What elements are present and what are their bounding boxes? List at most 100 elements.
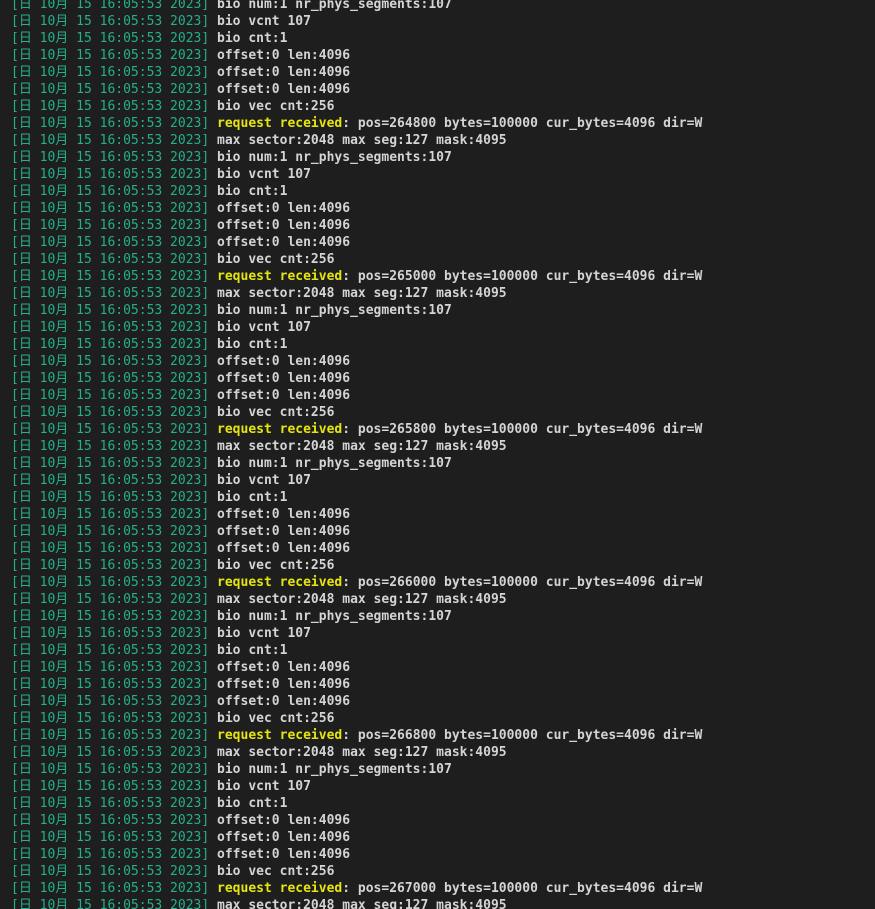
- log-timestamp: [日 10月 15 16:05:53 2023]: [11, 541, 210, 556]
- log-message: offset:0 len:4096: [217, 48, 351, 63]
- log-message: offset:0 len:4096: [217, 201, 351, 216]
- log-message: bio vec cnt:256: [217, 864, 335, 879]
- log-message: bio vcnt 107: [217, 473, 311, 488]
- log-message: bio cnt:1: [217, 184, 288, 199]
- log-timestamp: [日 10月 15 16:05:53 2023]: [11, 235, 210, 250]
- log-timestamp: [日 10月 15 16:05:53 2023]: [11, 388, 210, 403]
- log-line: [日 10月 15 16:05:53 2023] max sector:2048…: [11, 132, 702, 149]
- log-message: offset:0 len:4096: [217, 524, 351, 539]
- log-line: [日 10月 15 16:05:53 2023] bio cnt:1: [11, 642, 702, 659]
- log-message: offset:0 len:4096: [217, 371, 351, 386]
- log-line: [日 10月 15 16:05:53 2023] bio vec cnt:256: [11, 710, 702, 727]
- log-highlight: request received: [217, 575, 343, 590]
- log-message: bio num:1 nr_phys_segments:107: [217, 762, 452, 777]
- log-line: [日 10月 15 16:05:53 2023] offset:0 len:40…: [11, 47, 702, 64]
- terminal-output[interactable]: [日 10月 15 16:05:53 2023] bio num:1 nr_ph…: [0, 0, 875, 909]
- log-timestamp: [日 10月 15 16:05:53 2023]: [11, 490, 210, 505]
- log-line: [日 10月 15 16:05:53 2023] offset:0 len:40…: [11, 659, 702, 676]
- log-line: [日 10月 15 16:05:53 2023] offset:0 len:40…: [11, 829, 702, 846]
- log-highlight: request received: [217, 881, 343, 896]
- log-timestamp: [日 10月 15 16:05:53 2023]: [11, 218, 210, 233]
- log-timestamp: [日 10月 15 16:05:53 2023]: [11, 31, 210, 46]
- log-message: bio num:1 nr_phys_segments:107: [217, 303, 452, 318]
- log-timestamp: [日 10月 15 16:05:53 2023]: [11, 813, 210, 828]
- log-line: [日 10月 15 16:05:53 2023] offset:0 len:40…: [11, 812, 702, 829]
- log-line: [日 10月 15 16:05:53 2023] bio num:1 nr_ph…: [11, 455, 702, 472]
- log-message: bio num:1 nr_phys_segments:107: [217, 150, 452, 165]
- log-timestamp: [日 10月 15 16:05:53 2023]: [11, 626, 210, 641]
- log-message: offset:0 len:4096: [217, 541, 351, 556]
- log-timestamp: [日 10月 15 16:05:53 2023]: [11, 473, 210, 488]
- log-timestamp: [日 10月 15 16:05:53 2023]: [11, 830, 210, 845]
- log-line: [日 10月 15 16:05:53 2023] offset:0 len:40…: [11, 64, 702, 81]
- log-message: bio vcnt 107: [217, 167, 311, 182]
- log-timestamp: [日 10月 15 16:05:53 2023]: [11, 354, 210, 369]
- log-line: [日 10月 15 16:05:53 2023] max sector:2048…: [11, 438, 702, 455]
- log-line: [日 10月 15 16:05:53 2023] bio cnt:1: [11, 183, 702, 200]
- log-line: [日 10月 15 16:05:53 2023] bio num:1 nr_ph…: [11, 302, 702, 319]
- log-line: [日 10月 15 16:05:53 2023] bio num:1 nr_ph…: [11, 608, 702, 625]
- log-timestamp: [日 10月 15 16:05:53 2023]: [11, 847, 210, 862]
- log-timestamp: [日 10月 15 16:05:53 2023]: [11, 99, 210, 114]
- log-message: offset:0 len:4096: [217, 813, 351, 828]
- log-line: [日 10月 15 16:05:53 2023] bio vec cnt:256: [11, 863, 702, 880]
- log-line: [日 10月 15 16:05:53 2023] bio num:1 nr_ph…: [11, 761, 702, 778]
- log-line: [日 10月 15 16:05:53 2023] bio num:1 nr_ph…: [11, 0, 702, 13]
- log-timestamp: [日 10月 15 16:05:53 2023]: [11, 592, 210, 607]
- log-message: offset:0 len:4096: [217, 847, 351, 862]
- log-line: [日 10月 15 16:05:53 2023] bio num:1 nr_ph…: [11, 149, 702, 166]
- log-timestamp: [日 10月 15 16:05:53 2023]: [11, 65, 210, 80]
- log-message: max sector:2048 max seg:127 mask:4095: [217, 898, 507, 909]
- log-line: [日 10月 15 16:05:53 2023] bio cnt:1: [11, 489, 702, 506]
- log-message: bio vec cnt:256: [217, 711, 335, 726]
- log-line: [日 10月 15 16:05:53 2023] bio vcnt 107: [11, 166, 702, 183]
- log-line: [日 10月 15 16:05:53 2023] offset:0 len:40…: [11, 387, 702, 404]
- log-message: : pos=266800 bytes=100000 cur_bytes=4096…: [342, 728, 703, 743]
- log-line: [日 10月 15 16:05:53 2023] offset:0 len:40…: [11, 540, 702, 557]
- log-message: max sector:2048 max seg:127 mask:4095: [217, 592, 507, 607]
- log-timestamp: [日 10月 15 16:05:53 2023]: [11, 0, 210, 12]
- log-timestamp: [日 10月 15 16:05:53 2023]: [11, 677, 210, 692]
- log-line: [日 10月 15 16:05:53 2023] offset:0 len:40…: [11, 217, 702, 234]
- log-timestamp: [日 10月 15 16:05:53 2023]: [11, 201, 210, 216]
- log-message: : pos=265000 bytes=100000 cur_bytes=4096…: [342, 269, 703, 284]
- log-highlight: request received: [217, 728, 343, 743]
- log-message: : pos=264800 bytes=100000 cur_bytes=4096…: [342, 116, 703, 131]
- log-line: [日 10月 15 16:05:53 2023] bio vec cnt:256: [11, 557, 702, 574]
- log-message: offset:0 len:4096: [217, 830, 351, 845]
- log-timestamp: [日 10月 15 16:05:53 2023]: [11, 48, 210, 63]
- log-message: offset:0 len:4096: [217, 660, 351, 675]
- log-timestamp: [日 10月 15 16:05:53 2023]: [11, 796, 210, 811]
- log-timestamp: [日 10月 15 16:05:53 2023]: [11, 337, 210, 352]
- log-message: offset:0 len:4096: [217, 388, 351, 403]
- log-message: bio vec cnt:256: [217, 405, 335, 420]
- log-message: max sector:2048 max seg:127 mask:4095: [217, 133, 507, 148]
- log-line: [日 10月 15 16:05:53 2023] bio vcnt 107: [11, 625, 702, 642]
- log-timestamp: [日 10月 15 16:05:53 2023]: [11, 864, 210, 879]
- log-timestamp: [日 10月 15 16:05:53 2023]: [11, 252, 210, 267]
- log-timestamp: [日 10月 15 16:05:53 2023]: [11, 881, 210, 896]
- log-message: bio vec cnt:256: [217, 99, 335, 114]
- log-line: [日 10月 15 16:05:53 2023] request receive…: [11, 268, 702, 285]
- log-message: bio vec cnt:256: [217, 252, 335, 267]
- log-timestamp: [日 10月 15 16:05:53 2023]: [11, 82, 210, 97]
- log-line: [日 10月 15 16:05:53 2023] offset:0 len:40…: [11, 200, 702, 217]
- log-line: [日 10月 15 16:05:53 2023] bio vcnt 107: [11, 13, 702, 30]
- log-message: offset:0 len:4096: [217, 354, 351, 369]
- log-message: bio num:1 nr_phys_segments:107: [217, 609, 452, 624]
- log-timestamp: [日 10月 15 16:05:53 2023]: [11, 167, 210, 182]
- log-timestamp: [日 10月 15 16:05:53 2023]: [11, 898, 210, 909]
- log-line: [日 10月 15 16:05:53 2023] offset:0 len:40…: [11, 693, 702, 710]
- log-line: [日 10月 15 16:05:53 2023] offset:0 len:40…: [11, 506, 702, 523]
- log-timestamp: [日 10月 15 16:05:53 2023]: [11, 133, 210, 148]
- log-message: bio vcnt 107: [217, 779, 311, 794]
- log-line: [日 10月 15 16:05:53 2023] offset:0 len:40…: [11, 353, 702, 370]
- log-timestamp: [日 10月 15 16:05:53 2023]: [11, 439, 210, 454]
- log-message: offset:0 len:4096: [217, 235, 351, 250]
- log-timestamp: [日 10月 15 16:05:53 2023]: [11, 269, 210, 284]
- log-message: bio num:1 nr_phys_segments:107: [217, 456, 452, 471]
- log-timestamp: [日 10月 15 16:05:53 2023]: [11, 371, 210, 386]
- log-line: [日 10月 15 16:05:53 2023] request receive…: [11, 880, 702, 897]
- log-timestamp: [日 10月 15 16:05:53 2023]: [11, 14, 210, 29]
- log-message: offset:0 len:4096: [217, 65, 351, 80]
